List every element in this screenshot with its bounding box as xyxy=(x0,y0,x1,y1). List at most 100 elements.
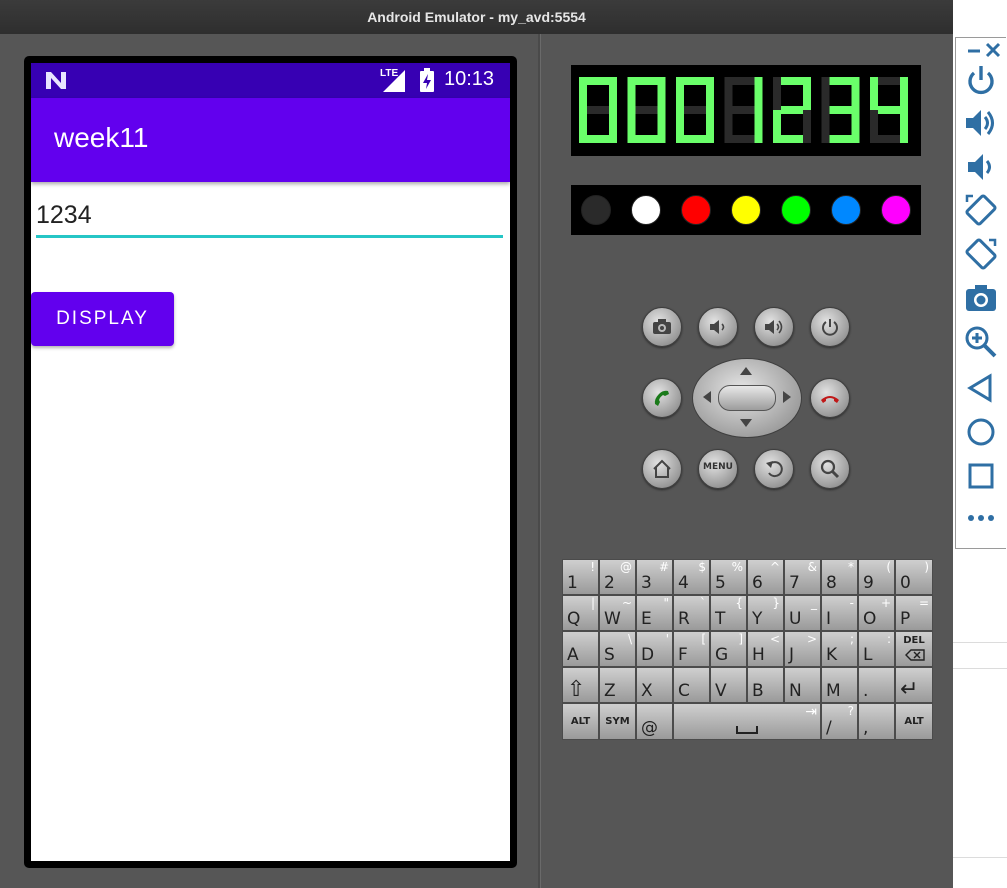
camera-button[interactable] xyxy=(642,307,682,347)
comma-key[interactable]: , xyxy=(858,703,895,740)
key[interactable]: D ' xyxy=(636,631,673,667)
key[interactable]: 3 # xyxy=(636,559,673,595)
key[interactable]: ⇧ xyxy=(562,667,599,703)
key[interactable]: S \ xyxy=(599,631,636,667)
call-button[interactable] xyxy=(642,378,682,418)
key[interactable]: 1! xyxy=(562,559,599,595)
alt-key-left[interactable]: ALT xyxy=(562,703,599,740)
key[interactable]: R ` xyxy=(673,595,710,631)
key[interactable]: 8 * xyxy=(821,559,858,595)
alt-key-right[interactable]: ALT xyxy=(895,703,933,740)
zoom-icon[interactable] xyxy=(964,325,998,359)
key[interactable]: K; xyxy=(821,631,858,667)
lcd-segment xyxy=(657,110,666,143)
key[interactable]: T{ xyxy=(710,595,747,631)
key[interactable]: P = xyxy=(895,595,933,631)
dpad-up-icon[interactable] xyxy=(739,366,753,376)
key[interactable]: DEL xyxy=(895,631,933,667)
key[interactable]: E " xyxy=(636,595,673,631)
end-call-icon xyxy=(821,396,839,403)
key[interactable]: Q | xyxy=(562,595,599,631)
key[interactable]: I- xyxy=(821,595,858,631)
number-input[interactable]: 1234 xyxy=(36,199,503,238)
rotate-left-icon[interactable] xyxy=(964,193,998,227)
key[interactable]: 2 @ xyxy=(599,559,636,595)
end-call-button[interactable] xyxy=(810,378,850,418)
sym-key[interactable]: SYM xyxy=(599,703,636,740)
overview-icon[interactable] xyxy=(964,459,998,493)
key[interactable]: A xyxy=(562,631,599,667)
app-bar: week11 xyxy=(31,98,510,182)
key[interactable]: . xyxy=(858,667,895,703)
home-icon[interactable] xyxy=(964,415,998,449)
close-icon[interactable] xyxy=(984,42,1002,58)
lcd-segment xyxy=(724,77,733,110)
dpad-center-button[interactable] xyxy=(718,385,776,411)
emulator-window: Android Emulator - my_avd:5554 LTE 10:13… xyxy=(0,0,953,888)
back-icon[interactable] xyxy=(964,371,998,405)
lcd-segment xyxy=(627,110,636,143)
menu-button[interactable]: MENU xyxy=(698,449,738,489)
key[interactable]: 5% xyxy=(710,559,747,595)
key[interactable]: C xyxy=(673,667,710,703)
key[interactable]: F[ xyxy=(673,631,710,667)
key[interactable]: L: xyxy=(858,631,895,667)
key[interactable]: 6 ^ xyxy=(747,559,784,595)
volume-up-button[interactable] xyxy=(754,307,794,347)
key[interactable]: X xyxy=(636,667,673,703)
space-key[interactable]: ⇥ xyxy=(673,703,821,740)
lcd-segment xyxy=(706,77,714,110)
back-button[interactable] xyxy=(754,449,794,489)
power-button[interactable] xyxy=(810,307,850,347)
key[interactable]: H < xyxy=(747,631,784,667)
dpad-left-icon[interactable] xyxy=(702,390,712,404)
key-label: K xyxy=(826,645,838,665)
rotate-right-icon[interactable] xyxy=(964,237,998,271)
slash-key[interactable]: /? xyxy=(821,703,858,740)
at-key[interactable]: @ xyxy=(636,703,673,740)
lcd-segment xyxy=(627,77,636,110)
power-icon xyxy=(822,319,838,336)
volume-up-icon[interactable] xyxy=(964,106,998,140)
key-alt-label: | xyxy=(590,596,595,610)
key[interactable]: 7 & xyxy=(784,559,821,595)
key-alt-label: * xyxy=(848,560,854,574)
search-button[interactable] xyxy=(810,449,850,489)
screenshot-icon[interactable] xyxy=(964,281,998,315)
key[interactable]: ↵ xyxy=(895,667,933,703)
key[interactable]: Z xyxy=(599,667,636,703)
home-button[interactable] xyxy=(642,449,682,489)
home-icon xyxy=(653,459,671,478)
key-alt-label: " xyxy=(663,596,669,610)
volume-down-button[interactable] xyxy=(698,307,738,347)
volume-down-icon[interactable] xyxy=(964,150,998,184)
display-button[interactable]: DISPLAY xyxy=(31,292,174,346)
key-label: I xyxy=(826,609,832,629)
emulator-sidebar xyxy=(955,37,1006,549)
key[interactable]: J > xyxy=(784,631,821,667)
key[interactable]: 0) xyxy=(895,559,933,595)
key[interactable]: M xyxy=(821,667,858,703)
key[interactable]: N xyxy=(784,667,821,703)
more-icon[interactable] xyxy=(964,508,998,528)
lcd-segment xyxy=(851,110,860,143)
key[interactable]: B xyxy=(747,667,784,703)
key[interactable]: O + xyxy=(858,595,895,631)
dpad-right-icon[interactable] xyxy=(782,390,792,404)
key[interactable]: G] xyxy=(710,631,747,667)
dpad-down-icon[interactable] xyxy=(739,418,753,428)
power-icon[interactable] xyxy=(964,63,998,97)
lcd-segment xyxy=(609,110,617,143)
key[interactable]: U _ xyxy=(784,595,821,631)
key-alt-label: _ xyxy=(811,596,817,610)
key-label: , xyxy=(863,718,869,738)
key-alt-label: % xyxy=(731,560,743,574)
key[interactable]: W ~ xyxy=(599,595,636,631)
key[interactable]: 4 $ xyxy=(673,559,710,595)
lcd-segment xyxy=(754,110,763,143)
key[interactable]: Y} xyxy=(747,595,784,631)
key[interactable]: 9( xyxy=(858,559,895,595)
network-type-label: LTE xyxy=(380,68,399,79)
key[interactable]: V xyxy=(710,667,747,703)
device-screen[interactable]: LTE 10:13 week11 1234 DISPLAY xyxy=(31,63,510,861)
